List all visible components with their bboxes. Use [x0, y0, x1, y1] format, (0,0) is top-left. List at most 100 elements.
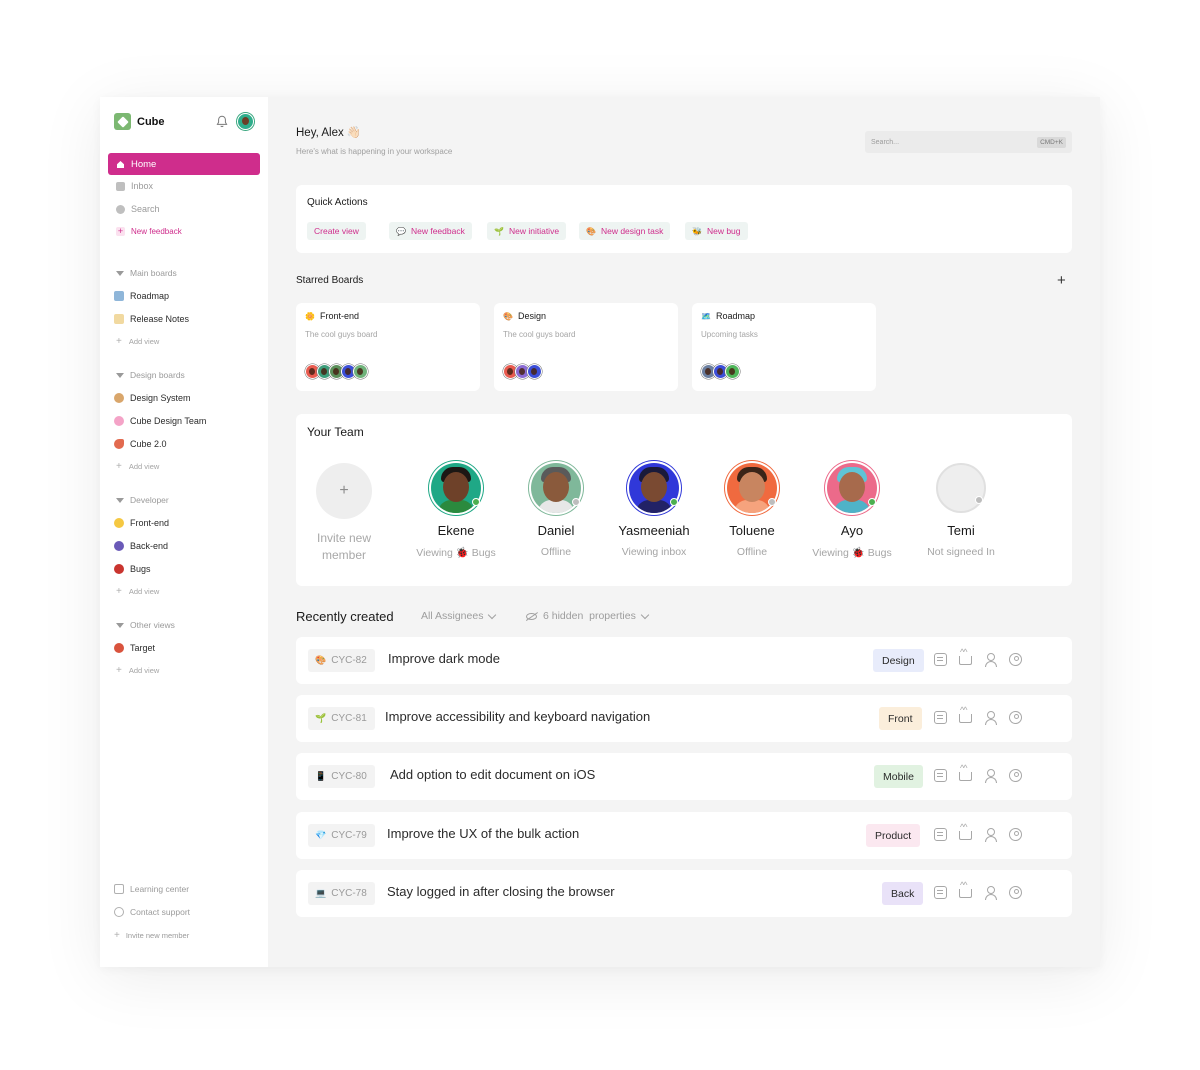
assign-user-icon[interactable]	[984, 711, 997, 725]
add-view-button[interactable]: + Add view	[116, 336, 159, 347]
section-main-boards[interactable]: Main boards	[116, 268, 177, 278]
online-status-icon	[670, 498, 678, 506]
contact-support-link[interactable]: Contact support	[114, 907, 190, 917]
board-subtitle: The cool guys board	[305, 330, 378, 339]
add-board-button[interactable]: +	[1057, 272, 1066, 289]
table-row[interactable]: 🎨 CYC-82 Improve dark mode Design	[296, 637, 1072, 684]
sidebar-item-new-feedback[interactable]: + New feedback	[116, 227, 182, 236]
hidden-properties-dropdown[interactable]: 6 hidden properties	[526, 610, 650, 622]
assign-user-icon[interactable]	[984, 886, 997, 900]
profile-icon[interactable]	[1009, 653, 1022, 666]
plus-icon: +	[116, 586, 122, 597]
invite-member-button[interactable]: +	[316, 463, 372, 519]
comment-icon[interactable]	[934, 653, 947, 666]
team-member[interactable]: Ekene Viewing 🐞 Bugs	[401, 463, 511, 559]
assign-user-icon[interactable]	[984, 769, 997, 783]
sidebar-item-back-end[interactable]: Back-end	[114, 541, 168, 551]
assignee-filter-dropdown[interactable]: All Assignees	[421, 610, 497, 622]
section-developer[interactable]: Developer	[116, 495, 169, 505]
board-card-front-end[interactable]: 🌼 Front-end The cool guys board	[296, 303, 480, 391]
sidebar-item-target[interactable]: Target	[114, 643, 155, 653]
button-label: New feedback	[410, 226, 465, 236]
invite-member-link[interactable]: + Invite new member	[114, 930, 189, 941]
avatar	[727, 463, 777, 513]
profile-icon[interactable]	[1009, 886, 1022, 899]
user-avatar[interactable]	[237, 113, 254, 130]
learning-center-link[interactable]: Learning center	[114, 884, 189, 894]
issue-id-label: CYC-80	[331, 771, 367, 782]
assign-user-icon[interactable]	[984, 653, 997, 667]
sidebar-item-design-system[interactable]: Design System	[114, 393, 191, 403]
comment-icon[interactable]	[934, 886, 947, 899]
sidebar-item-cube-2[interactable]: Cube 2.0	[114, 439, 167, 449]
section-design-boards[interactable]: Design boards	[116, 370, 185, 380]
member-name: Ayo	[840, 523, 864, 538]
comment-icon[interactable]	[934, 769, 947, 782]
add-view-button[interactable]: + Add view	[116, 665, 159, 676]
issue-tag[interactable]: Design	[873, 649, 924, 672]
sidebar-item-inbox[interactable]: Inbox	[116, 181, 153, 191]
bell-icon[interactable]	[216, 115, 228, 128]
brand[interactable]: Cube	[114, 113, 165, 130]
comment-icon[interactable]	[934, 711, 947, 724]
new-feedback-button[interactable]: 💬 New feedback	[389, 222, 472, 240]
issue-tag[interactable]: Mobile	[874, 765, 923, 788]
board-subtitle: The cool guys board	[503, 330, 576, 339]
board-card-roadmap[interactable]: 🗺️ Roadmap Upcoming tasks	[692, 303, 876, 391]
avatar-group	[305, 364, 368, 379]
sidebar-item-roadmap[interactable]: Roadmap	[114, 291, 169, 301]
member-name: Toluene	[729, 523, 775, 538]
section-other-views[interactable]: Other views	[116, 620, 175, 630]
avatar	[531, 463, 581, 513]
team-member[interactable]: Temi Not signeed In	[906, 463, 1016, 558]
profile-icon[interactable]	[1009, 828, 1022, 841]
crown-icon[interactable]	[959, 705, 972, 723]
table-row[interactable]: 💻 CYC-78 Stay logged in after closing the …	[296, 870, 1072, 917]
sidebar-item-bugs[interactable]: Bugs	[114, 564, 151, 574]
table-row[interactable]: 💎 CYC-79 Improve the UX of the bulk action…	[296, 812, 1072, 859]
search-input[interactable]: Search... CMD+K	[865, 131, 1072, 153]
row-actions	[934, 705, 1022, 725]
team-member[interactable]: Toluene Offline	[697, 463, 807, 558]
sidebar-item-cube-design-team[interactable]: Cube Design Team	[114, 416, 206, 426]
sidebar-item-home[interactable]: Home	[108, 153, 260, 175]
add-view-button[interactable]: + Add view	[116, 461, 159, 472]
new-design-task-button[interactable]: 🎨 New design task	[579, 222, 671, 240]
board-card-title: 🌼 Front-end	[305, 311, 359, 321]
plus-icon: +	[114, 930, 120, 941]
team-member[interactable]: Ayo Viewing 🐞 Bugs	[797, 463, 907, 559]
sidebar-item-front-end[interactable]: Front-end	[114, 518, 169, 528]
footer-label: Contact support	[130, 907, 191, 917]
comment-icon[interactable]	[934, 828, 947, 841]
invite-member-label[interactable]: Invite new member	[304, 530, 384, 564]
section-title: Main boards	[130, 268, 177, 278]
add-view-button[interactable]: + Add view	[116, 586, 159, 597]
profile-icon[interactable]	[1009, 769, 1022, 782]
sidebar-item-release-notes[interactable]: Release Notes	[114, 314, 189, 324]
new-bug-button[interactable]: 🐝 New bug	[685, 222, 748, 240]
crown-icon[interactable]	[959, 763, 972, 781]
create-view-button[interactable]: Create view	[307, 222, 366, 240]
recently-created-title: Recently created	[296, 609, 394, 624]
add-view-label: Add view	[128, 337, 160, 346]
team-member[interactable]: Daniel Offline	[501, 463, 611, 558]
cube-logo-icon	[114, 113, 131, 130]
crown-icon[interactable]	[959, 822, 972, 840]
sidebar-item-search[interactable]: Search	[116, 204, 160, 214]
issue-tag[interactable]: Front	[879, 707, 922, 730]
board-card-design[interactable]: 🎨 Design The cool guys board	[494, 303, 678, 391]
avatar	[936, 463, 986, 513]
issue-tag[interactable]: Product	[866, 824, 921, 847]
board-subtitle: Upcoming tasks	[701, 330, 758, 339]
issue-tag[interactable]: Back	[882, 882, 924, 905]
crown-icon[interactable]	[959, 647, 972, 665]
profile-icon[interactable]	[1009, 711, 1022, 724]
new-initiative-button[interactable]: 🌱 New initiative	[487, 222, 567, 240]
filter-label: All Assignees	[421, 610, 484, 622]
crown-icon[interactable]	[959, 880, 972, 898]
team-member[interactable]: Yasmeeniah Viewing inbox	[599, 463, 709, 558]
issue-title: Improve the UX of the bulk action	[387, 826, 580, 841]
table-row[interactable]: 🌱 CYC-81 Improve accessibility and keyboar…	[296, 695, 1072, 742]
table-row[interactable]: 📱 CYC-80 Add option to edit document on iO…	[296, 753, 1072, 800]
assign-user-icon[interactable]	[984, 828, 997, 842]
